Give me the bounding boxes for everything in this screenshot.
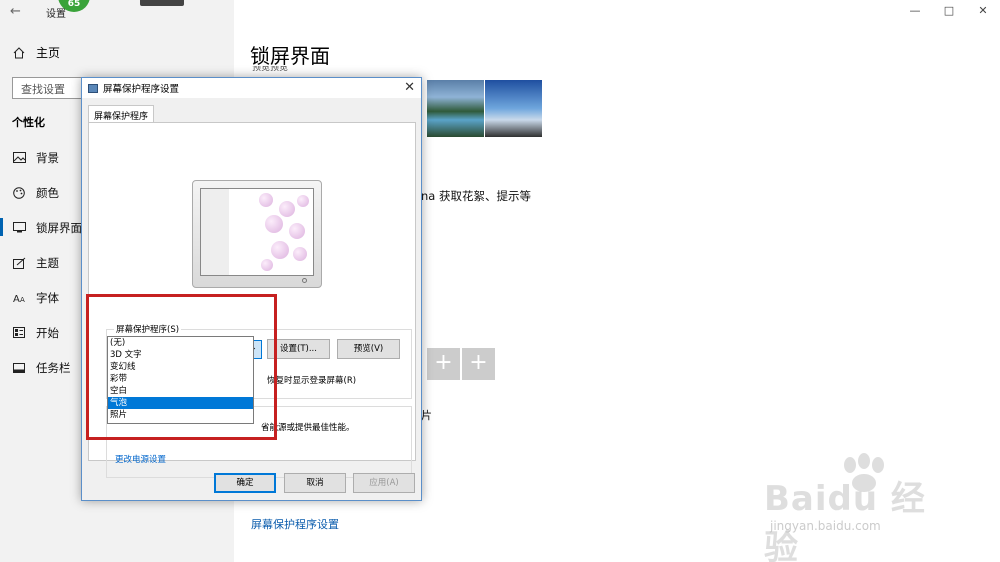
top-handle <box>140 0 184 6</box>
close-button[interactable]: ✕ <box>966 0 1000 24</box>
lockscreen-icon <box>12 221 26 235</box>
preview-bubble <box>293 247 307 261</box>
settings-button[interactable]: 设置(T)... <box>267 339 330 359</box>
maximize-button[interactable]: □ <box>932 0 966 24</box>
dialog-title: 屏幕保护程序设置 <box>103 84 180 95</box>
preview-bubble <box>271 241 289 259</box>
dropdown-option[interactable]: 变幻线 <box>108 361 253 373</box>
preview-bubble <box>279 201 295 217</box>
start-icon <box>12 326 26 340</box>
background-thumbnail-sky[interactable] <box>485 80 542 137</box>
page-title: 锁屏界面 <box>250 44 330 68</box>
preview-button[interactable]: 预览(V) <box>337 339 400 359</box>
dialog-body: 屏幕保护程序 屏幕保护程序(S) 设置(T)... 预览(V) 恢复时显示登录屏… <box>82 98 421 500</box>
preview-bubble <box>259 193 273 207</box>
palette-icon <box>12 186 26 200</box>
screensaver-dropdown: (无) 3D 文字 变幻线 彩带 空白 气泡 照片 <box>107 336 254 424</box>
font-icon: AA <box>12 291 26 305</box>
baidu-watermark: Baidu 经验 jingyan.baidu.com <box>764 453 954 562</box>
image-icon <box>12 151 26 165</box>
preview-bubble <box>289 223 305 239</box>
back-arrow-icon[interactable]: ← <box>10 4 21 19</box>
watermark-brand: Baidu 经验 <box>764 479 926 562</box>
preview-bubble <box>261 259 273 271</box>
add-app-button[interactable]: + <box>462 348 495 380</box>
sidebar-item-label: 颜色 <box>36 185 59 200</box>
preview-mini-sidebar <box>201 189 229 275</box>
preview-bubble <box>265 215 283 233</box>
dropdown-option[interactable]: 3D 文字 <box>108 349 253 361</box>
window-controls: — □ ✕ <box>898 0 1000 24</box>
taskbar-icon <box>12 361 26 375</box>
tab-screensaver[interactable]: 屏幕保护程序 <box>88 105 155 122</box>
dropdown-option[interactable]: (无) <box>108 337 253 349</box>
dropdown-option[interactable]: 照片 <box>108 409 253 421</box>
preview-screen <box>200 188 314 276</box>
background-thumbnail-lake[interactable] <box>427 80 484 137</box>
section-title: 个性化 <box>12 116 45 129</box>
partial-text: 片 <box>421 409 432 422</box>
sidebar-item-label: 开始 <box>36 325 59 340</box>
minimize-button[interactable]: — <box>898 0 932 24</box>
svg-text:A: A <box>13 294 20 303</box>
power-indicator-icon <box>302 278 307 283</box>
resume-logon-label: 恢复时显示登录屏幕(R) <box>267 376 357 386</box>
apply-button[interactable]: 应用(A) <box>353 473 415 493</box>
theme-icon <box>12 256 26 270</box>
nav-home-label: 主页 <box>36 46 61 60</box>
power-description: 省能源或提供最佳性能。 <box>261 423 355 433</box>
dialog-titlebar: 屏幕保护程序设置 <box>82 78 421 98</box>
preview-label-cut: 预览预览 <box>252 66 289 73</box>
watermark-url: jingyan.baidu.com <box>770 519 881 533</box>
preview-bubble <box>297 195 309 207</box>
preview-monitor <box>192 180 322 288</box>
cortana-tips-text: na 获取花絮、提示等 <box>421 189 531 203</box>
change-power-settings-link[interactable]: 更改电源设置 <box>115 453 166 465</box>
monitor-icon <box>88 83 98 93</box>
dropdown-option-selected[interactable]: 气泡 <box>108 397 253 409</box>
sidebar-item-label: 字体 <box>36 290 59 305</box>
sidebar-item-label: 主题 <box>36 255 59 270</box>
dropdown-option[interactable]: 空白 <box>108 385 253 397</box>
screensaver-dialog: 屏幕保护程序设置 ✕ 屏幕保护程序 屏幕保护程序(S) 设置(T)... 预览(… <box>81 77 422 501</box>
sidebar-item-label: 任务栏 <box>36 360 71 375</box>
home-icon <box>12 46 26 60</box>
screensaver-settings-link[interactable]: 屏幕保护程序设置 <box>251 516 339 532</box>
screensaver-group-label: 屏幕保护程序(S) <box>114 323 182 335</box>
cancel-button[interactable]: 取消 <box>284 473 346 493</box>
sidebar-item-label: 背景 <box>36 150 59 165</box>
nav-home[interactable]: 主页 <box>12 44 60 61</box>
sidebar-item-label: 锁屏界面 <box>36 220 82 235</box>
dropdown-option[interactable]: 彩带 <box>108 373 253 385</box>
ok-button[interactable]: 确定 <box>214 473 276 493</box>
monitor-stand <box>193 274 321 287</box>
dialog-close-icon[interactable]: ✕ <box>404 80 415 95</box>
svg-text:A: A <box>20 296 25 303</box>
add-app-button[interactable]: + <box>427 348 460 380</box>
